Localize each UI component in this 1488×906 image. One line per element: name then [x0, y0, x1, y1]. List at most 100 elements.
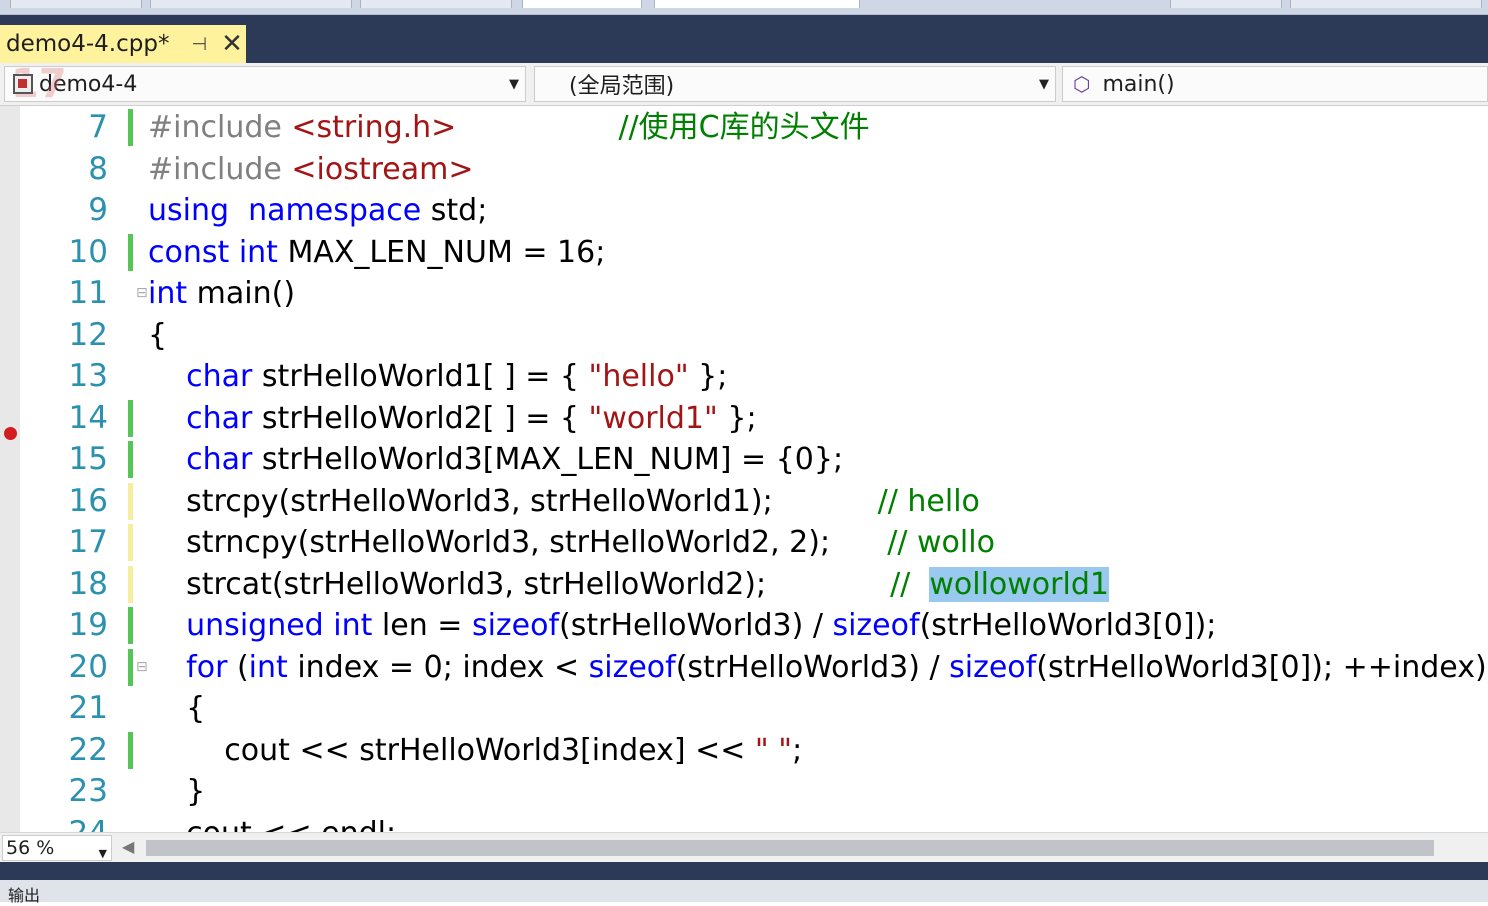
code-line[interactable]: 19 unsigned int len = sizeof(strHelloWor… — [0, 605, 1488, 646]
code-text: strcat(strHelloWorld3, strHelloWorld2); … — [148, 564, 1109, 605]
member-dropdown[interactable]: ⬡ main() — [1062, 66, 1488, 102]
line-number: 14 — [68, 399, 108, 436]
code-token: } — [148, 774, 206, 809]
output-panel: 输出 — [0, 862, 1488, 905]
fold-toggle-icon[interactable]: ⊟ — [136, 659, 148, 675]
code-text: using namespace std; — [148, 190, 487, 231]
code-token: <string.h> — [291, 110, 457, 145]
code-token: MAX_LEN_NUM = 16; — [277, 234, 606, 270]
code-token: strncpy(strHelloWorld3, strHelloWorld2, … — [148, 525, 888, 560]
code-line[interactable]: 24 cout << endl; — [0, 813, 1488, 833]
scope-dropdown[interactable]: (全局范围) ▼ — [534, 66, 1056, 102]
code-text: char strHelloWorld3[MAX_LEN_NUM] = {0}; — [148, 439, 843, 480]
code-text: char strHelloWorld1[ ] = { "hello" }; — [148, 356, 727, 397]
code-line[interactable]: 15 char strHelloWorld3[MAX_LEN_NUM] = {0… — [0, 427, 1488, 480]
code-line[interactable]: 11 ⊟ int main() — [0, 273, 1488, 314]
line-number: 9 — [88, 192, 108, 228]
code-token: // hello — [877, 483, 980, 519]
code-token: // wollo — [887, 525, 995, 560]
pin-icon[interactable]: ⊣ — [191, 34, 207, 55]
line-number: 23 — [68, 773, 108, 809]
tab-demo4-4-cpp[interactable]: demo4-4.cpp* ⊣ ✕ — [0, 25, 246, 63]
line-number: 18 — [68, 565, 108, 602]
code-line[interactable]: 9 using namespace std; — [0, 190, 1488, 231]
code-line[interactable]: 23 } — [0, 771, 1488, 812]
close-icon[interactable]: ✕ — [221, 29, 243, 59]
output-panel-header[interactable]: 输出 — [0, 880, 1488, 905]
tab-title: demo4-4.cpp* — [6, 31, 170, 57]
code-token: <iostream> — [291, 151, 474, 187]
code-token: char — [186, 442, 253, 477]
toolbar-segment[interactable] — [10, 0, 142, 8]
change-indicator — [128, 524, 133, 561]
code-token: int — [333, 608, 373, 643]
code-line[interactable]: 22 cout << strHelloWorld3[index] << " "; — [0, 730, 1488, 771]
line-number: 16 — [68, 482, 108, 519]
code-line[interactable]: 16 strcpy(strHelloWorld3, strHelloWorld1… — [0, 481, 1488, 522]
line-number: 7 — [88, 109, 108, 145]
zoom-level: 56 % — [6, 837, 55, 859]
change-indicator — [128, 441, 133, 478]
chevron-down-icon: ▼ — [509, 77, 519, 92]
fold-toggle-icon[interactable]: ⊟ — [136, 285, 148, 301]
zoom-dropdown[interactable]: 56 % ▼ — [2, 835, 112, 861]
code-token: // — [890, 566, 930, 602]
toolbar-segment[interactable] — [150, 0, 352, 8]
code-text: cout << strHelloWorld3[index] << " "; — [148, 730, 802, 771]
change-indicator — [128, 607, 133, 644]
code-line[interactable]: 13 char strHelloWorld1[ ] = { "hello" }; — [0, 356, 1488, 397]
code-token: cout << strHelloWorld3[index] << — [148, 732, 755, 768]
code-token: const — [148, 234, 230, 270]
change-indicator — [128, 648, 133, 686]
code-editor[interactable]: 7 #include <string.h> //使用C库的头文件 8 #include… — [0, 106, 1488, 832]
code-token: (strHelloWorld3) / — [559, 608, 833, 643]
line-number: 10 — [68, 233, 108, 270]
toolbar-segment[interactable] — [654, 0, 860, 8]
code-token: cout << endl; — [148, 816, 396, 833]
code-line[interactable]: 10 const int MAX_LEN_NUM = 16; — [0, 232, 1488, 273]
code-token: using — [148, 193, 230, 228]
code-line[interactable]: 12 { — [0, 315, 1488, 356]
breakpoint-icon[interactable] — [4, 427, 17, 440]
code-line[interactable]: 21 { — [0, 688, 1488, 729]
top-toolbar-strip — [0, 0, 1488, 15]
project-dropdown[interactable]: 17 demo4-4 ▼ — [4, 61, 526, 107]
horizontal-scrollbar-thumb[interactable] — [146, 840, 1434, 856]
code-line[interactable]: 17 strncpy(strHelloWorld3, strHelloWorld… — [0, 522, 1488, 563]
code-token: (strHelloWorld3[0]); — [919, 608, 1217, 643]
chevron-down-icon: ▼ — [1039, 77, 1049, 92]
code-text: { — [148, 688, 205, 729]
code-token: char — [186, 400, 253, 436]
change-indicator — [128, 109, 133, 146]
code-token: strHelloWorld3[MAX_LEN_NUM] = {0}; — [252, 442, 844, 477]
toolbar-segment[interactable] — [360, 0, 512, 8]
code-token: (strHelloWorld3[0]); ++index) — [1036, 649, 1487, 685]
code-token: for — [186, 649, 228, 685]
toolbar-segment[interactable] — [1170, 0, 1282, 8]
code-token: sizeof — [949, 649, 1037, 685]
code-token: std; — [421, 193, 488, 228]
line-number: 22 — [68, 731, 108, 768]
code-line[interactable]: 8 #include <iostream> — [0, 149, 1488, 190]
code-token: //使用C库的头文件 — [618, 110, 870, 145]
change-indicator — [128, 399, 133, 437]
scroll-left-icon[interactable]: ◀ — [122, 837, 134, 856]
code-text: strcpy(strHelloWorld3, strHelloWorld1); … — [148, 481, 980, 522]
toolbar-segment[interactable] — [522, 0, 642, 8]
code-text: cout << endl; — [148, 813, 396, 833]
toolbar-segment[interactable] — [1290, 0, 1482, 8]
editor-status-bar: 56 % ▼ ◀ — [0, 832, 1488, 863]
code-text: for (int index = 0; index < sizeof(strHe… — [148, 647, 1487, 688]
code-line[interactable]: 20 ⊟ for (int index = 0; index < sizeof(s… — [0, 647, 1488, 688]
code-line[interactable]: 7 #include <string.h> //使用C库的头文件 — [0, 107, 1488, 148]
code-token: sizeof — [471, 608, 560, 643]
code-line[interactable]: 18 strcat(strHelloWorld3, strHelloWorld2… — [0, 564, 1488, 605]
document-tab-bar: demo4-4.cpp* ⊣ ✕ — [0, 15, 1488, 63]
code-line[interactable]: 14 char strHelloWorld2[ ] = { "world1" }… — [0, 398, 1488, 439]
